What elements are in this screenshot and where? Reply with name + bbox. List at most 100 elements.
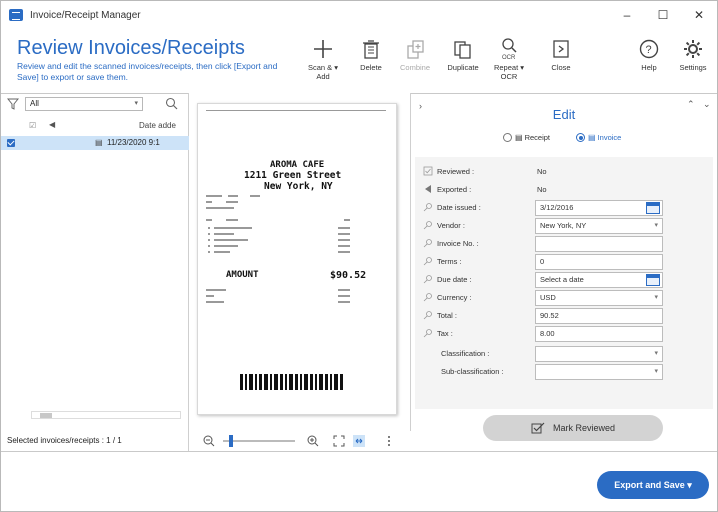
vendor-select[interactable]: New York, NY ▾ (535, 218, 663, 234)
receipt-type-icon: ▤ (515, 133, 523, 142)
help-icon: ? (639, 39, 659, 59)
filter-value: All (30, 99, 39, 108)
help-label: Help (641, 63, 657, 72)
close-doc-label: Close (551, 63, 571, 72)
zoom-slider[interactable] (223, 435, 295, 447)
close-doc-icon (553, 40, 569, 58)
duplicate-button[interactable]: Duplicate (441, 37, 485, 72)
more-options-icon[interactable] (387, 435, 391, 447)
receipt-store-name: AROMA CAFE (270, 160, 325, 170)
reviewed-icon (423, 166, 433, 176)
zoom-out-icon[interactable] (203, 435, 215, 447)
list-item[interactable]: ▤ 11/23/2020 9:1 (1, 136, 189, 150)
chevron-down-icon: ▾ (654, 368, 658, 375)
repeat-ocr-button[interactable]: OCR Repeat ▾ OCR (487, 37, 531, 81)
settings-label: Settings (679, 63, 707, 72)
previous-icon[interactable]: ⌃ (687, 99, 695, 110)
field-exported: Exported : No (415, 181, 713, 199)
mark-reviewed-icon (531, 422, 545, 434)
field-label: Currency : (437, 293, 472, 302)
chevron-down-icon: ▾ (654, 222, 658, 229)
invoice-radio-label: Invoice (597, 133, 622, 142)
field-classification: Classification : ▾ (415, 345, 713, 363)
field-label: Reviewed : (437, 167, 475, 176)
search-icon[interactable] (165, 97, 178, 110)
barcode (240, 374, 343, 390)
combine-button[interactable]: Combine (393, 37, 437, 72)
date-issued-input[interactable]: 3/12/2016 (535, 200, 663, 216)
svg-text:OCR: OCR (502, 55, 516, 61)
settings-button[interactable]: Settings (671, 37, 715, 72)
close-window-button[interactable]: ✕ (681, 1, 717, 29)
zoom-in-icon[interactable] (307, 435, 319, 447)
calendar-icon[interactable] (646, 202, 660, 214)
app-icon (9, 9, 23, 21)
classification-select[interactable]: ▾ (535, 346, 663, 362)
field-due-date: Due date : Select a date (415, 271, 713, 289)
date-issued-value: 3/12/2016 (540, 203, 574, 212)
doc-type-selector: ▤ Receipt ▤ Invoice (503, 133, 621, 142)
reviewed-column-icon[interactable]: ☑ (29, 121, 36, 130)
field-invoice-no: Invoice No. : (415, 235, 713, 253)
minimize-button[interactable]: – (609, 1, 645, 29)
duplicate-icon (454, 41, 471, 59)
preview-toolbar (189, 431, 411, 451)
delete-button[interactable]: Delete (349, 37, 393, 72)
scan-add-button[interactable]: Scan & ▾ Add (301, 37, 345, 81)
filter-dropdown[interactable]: All ▾ (25, 97, 143, 111)
close-doc-button[interactable]: Close (539, 37, 583, 72)
field-label: Due date : (437, 275, 472, 284)
app-window: Invoice/Receipt Manager – ☐ ✕ Review Inv… (0, 0, 718, 512)
next-icon[interactable]: ⌄ (703, 99, 711, 110)
chevron-down-icon: ▾ (654, 350, 658, 357)
sub-classification-select[interactable]: ▾ (535, 364, 663, 380)
field-total: Total : 90.52 (415, 307, 713, 325)
plus-icon (314, 40, 332, 58)
maximize-button[interactable]: ☐ (645, 1, 681, 29)
delete-label: Delete (360, 63, 382, 72)
calendar-icon[interactable] (646, 274, 660, 286)
duplicate-label: Duplicate (447, 63, 479, 72)
scrollbar-thumb[interactable] (40, 413, 52, 418)
receipt-scribble (206, 195, 350, 303)
export-and-save-label: Export and Save ▾ (614, 479, 692, 490)
invoice-radio[interactable] (576, 133, 585, 142)
title-bar: Invoice/Receipt Manager – ☐ ✕ (1, 1, 717, 29)
receipt-radio[interactable] (503, 133, 512, 142)
currency-value: USD (540, 293, 556, 302)
pin-icon (423, 275, 432, 284)
exported-icon (425, 185, 431, 193)
horizontal-scrollbar[interactable] (31, 411, 181, 419)
document-icon: ▤ (95, 138, 103, 147)
row-checkbox[interactable] (7, 139, 15, 147)
list-header: ☑ ◀ Date adde (1, 117, 189, 135)
mark-reviewed-button[interactable]: Mark Reviewed (483, 415, 663, 441)
invoice-no-input[interactable] (535, 236, 663, 252)
field-value: No (537, 185, 547, 194)
page-subtitle: Review and edit the scanned invoices/rec… (17, 61, 278, 82)
tax-input[interactable]: 8.00 (535, 326, 663, 342)
chevron-down-icon: ▾ (134, 100, 138, 107)
exported-column-icon[interactable]: ◀ (49, 120, 55, 129)
mark-reviewed-label: Mark Reviewed (552, 423, 616, 433)
currency-select[interactable]: USD ▾ (535, 290, 663, 306)
fit-width-icon[interactable] (353, 435, 365, 447)
zoom-slider-handle[interactable] (229, 435, 233, 447)
field-label: Date issued : (437, 203, 481, 212)
date-added-column[interactable]: Date adde (139, 121, 176, 130)
fit-page-icon[interactable] (333, 435, 345, 447)
field-label: Sub-classification : (441, 367, 504, 376)
export-and-save-button[interactable]: Export and Save ▾ (597, 471, 709, 499)
filter-icon[interactable] (7, 98, 19, 110)
invoice-list-pane: All ▾ ☑ ◀ Date adde ▤ 11/23/2020 9:1 (1, 93, 189, 431)
pin-icon (423, 329, 432, 338)
field-value: No (537, 167, 547, 176)
pin-icon (423, 257, 432, 266)
help-button[interactable]: ? Help (627, 37, 671, 72)
terms-input[interactable]: 0 (535, 254, 663, 270)
total-input[interactable]: 90.52 (535, 308, 663, 324)
due-date-input[interactable]: Select a date (535, 272, 663, 288)
window-title: Invoice/Receipt Manager (30, 9, 141, 21)
field-reviewed: Reviewed : No (415, 163, 713, 181)
invoice-form: Reviewed : No Exported : No Date issued … (415, 157, 713, 409)
